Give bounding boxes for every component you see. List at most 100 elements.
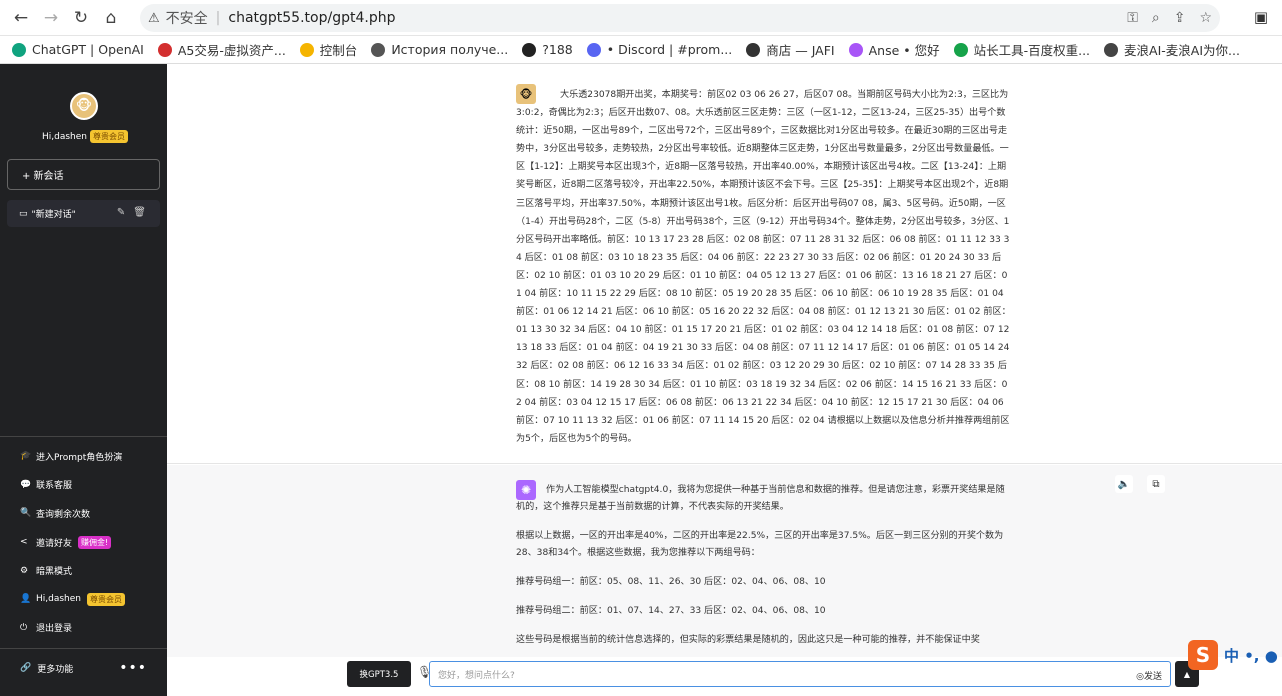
conversation-actions: ✎ 🗑 — [117, 207, 146, 218]
bookmark-item[interactable]: 麦浪AI-麦浪AI为你... — [1104, 40, 1240, 59]
ellipsis-icon[interactable]: ••• — [119, 660, 147, 676]
sidebar-menu-label: 邀请好友 — [36, 538, 73, 549]
more-features-label: 更多功能 — [37, 664, 74, 675]
send-label: 发送 — [1143, 672, 1162, 682]
address-separator: | — [215, 10, 221, 26]
sidebar-menu-item[interactable]: ⚙ 暗黑模式 — [0, 556, 167, 585]
sidebar-divider — [0, 436, 167, 437]
key-icon[interactable]: ⚿ — [1127, 10, 1138, 26]
bookmark-favicon-icon — [586, 42, 601, 57]
bookmarks-bar: ChatGPT | OpenAI A5交易-虚拟资产... 控制台 История п… — [0, 36, 1282, 64]
sidebar-toggle-icon[interactable]: ▣ — [1254, 8, 1268, 26]
bookmark-item[interactable]: История получе... — [371, 42, 508, 57]
answer-paragraph: 根据以上数据，一区的开出率是40%，二区的开出率是22.5%，三区的开出率是37… — [516, 531, 1004, 558]
chat-icon: 💬 — [20, 479, 32, 490]
user-name: Hi,dashen — [42, 131, 87, 142]
bookmark-item[interactable]: A5交易-虚拟资产... — [157, 40, 286, 59]
bookmark-label: 控制台 — [319, 43, 358, 58]
bookmark-item[interactable]: 站长工具-百度权重... — [953, 40, 1091, 59]
send-button[interactable]: ◎发送 — [1136, 669, 1162, 682]
message-actions: 🔈 ⧉ — [1115, 475, 1165, 493]
sidebar-menu-item[interactable]: < 邀请好友 赚佣金! — [0, 528, 167, 557]
ime-language-indicator[interactable]: 中 •, ● — [1224, 645, 1278, 666]
conversation-item[interactable]: ▭ "新建对话" ✎ 🗑 — [7, 200, 160, 227]
speaker-icon[interactable]: 🔈 — [1115, 475, 1133, 493]
bookmark-favicon-icon — [12, 42, 26, 57]
vip-badge: 尊贵会员 — [87, 592, 125, 606]
url-text[interactable]: chatgpt55.top/gpt4.php — [228, 10, 395, 26]
user-message-text: 大乐透23078期开出奖，本期奖号：前区02 03 06 26 27，后区07 … — [516, 90, 1011, 444]
sidebar-menu-item[interactable]: ⏻ 退出登录 — [0, 614, 167, 643]
bookmark-item[interactable]: 控制台 — [299, 40, 358, 59]
bookmark-label: 商店 — JAFI — [766, 43, 835, 58]
power-icon: ⏻ — [20, 622, 28, 633]
graduation-icon: 🎓 — [20, 451, 32, 462]
answer-paragraph: 这些号码是根据当前的统计信息选择的，但实际的彩票结果是随机的，因此这只是一种可能… — [516, 635, 980, 645]
address-actions: ⚿ ⌕ ⇪ ☆ — [1127, 4, 1212, 32]
bookmark-favicon-icon — [299, 42, 314, 57]
bookmark-favicon-icon — [157, 42, 172, 57]
copy-icon[interactable]: ⧉ — [1147, 475, 1165, 493]
switch-model-button[interactable]: 换GPT3.5 — [347, 661, 411, 687]
bookmark-favicon-icon — [848, 42, 863, 57]
bookmark-label: • Discord | #prom... — [606, 42, 733, 57]
chat-bubble-icon: ▭ — [19, 208, 28, 219]
trash-icon[interactable]: 🗑 — [133, 207, 146, 218]
bookmark-favicon-icon — [522, 42, 537, 57]
edit-icon[interactable]: ✎ — [117, 207, 125, 218]
bookmark-label: 站长工具-百度权重... — [973, 43, 1091, 58]
forward-arrow-icon[interactable]: → — [36, 3, 66, 33]
user-icon: 👤 — [20, 594, 32, 605]
avatar[interactable]: 🐵 — [70, 92, 98, 120]
sogou-logo-icon[interactable]: S — [1188, 640, 1218, 670]
sidebar-menu-label: 联系客服 — [36, 481, 73, 492]
reload-icon[interactable]: ↻ — [66, 3, 96, 33]
bookmark-favicon-icon — [746, 42, 761, 57]
bookmark-item[interactable]: Anse • 您好 — [848, 40, 940, 59]
search-icon: 🔍 — [20, 508, 32, 519]
zoom-icon[interactable]: ⌕ — [1152, 10, 1160, 26]
sidebar-menu-label: 暗黑模式 — [36, 567, 73, 578]
user-greeting: Hi,dashen 尊贵会员 — [42, 130, 128, 143]
sidebar-menu-item[interactable]: 💬 联系客服 — [0, 471, 167, 500]
new-chat-button[interactable]: + 新会话 — [7, 159, 160, 190]
sidebar-menu-item[interactable]: 👤 Hi,dashen 尊贵会员 — [0, 585, 167, 614]
answer-paragraph: 推荐号码组一：前区：05、08、11、26、30 后区：02、04、06、08、… — [516, 577, 826, 587]
bookmark-label: Anse • 您好 — [868, 43, 940, 58]
home-icon[interactable]: ⌂ — [96, 3, 126, 33]
bookmark-favicon-icon — [371, 42, 386, 57]
bookmark-item[interactable]: 商店 — JAFI — [746, 40, 835, 59]
invite-badge: 赚佣金! — [78, 535, 112, 549]
sidebar-menu-label: 进入Prompt角色扮演 — [36, 452, 123, 463]
browser-toolbar: ← → ↻ ⌂ ⚠ 不安全 | chatgpt55.top/gpt4.php ⚿… — [0, 0, 1282, 36]
chat-area: 🐵 大乐透23078期开出奖，本期奖号：前区02 03 06 26 27，后区0… — [167, 64, 1282, 696]
bookmark-label: 麦浪AI-麦浪AI为你... — [1124, 43, 1240, 58]
sidebar-menu-item[interactable]: 🔍 查询剩余次数 — [0, 499, 167, 528]
more-features-button[interactable]: 🔗 更多功能 ••• — [0, 654, 167, 682]
bookmark-favicon-icon — [953, 42, 968, 57]
address-bar[interactable]: ⚠ 不安全 | chatgpt55.top/gpt4.php ⚿ ⌕ ⇪ ☆ — [140, 4, 1220, 32]
bookmark-favicon-icon — [1104, 42, 1119, 57]
bookmark-item[interactable]: • Discord | #prom... — [586, 42, 733, 57]
star-icon[interactable]: ☆ — [1199, 10, 1212, 26]
extension-icons: ▣ — [1254, 8, 1268, 26]
bookmark-label: ?188 — [542, 42, 573, 57]
bookmark-label: A5交易-虚拟资产... — [177, 43, 286, 58]
share-icon: < — [20, 537, 28, 548]
assistant-message-text: 作为人工智能模型chatgpt4.0，我将为您提供一种基于当前信息和数据的推荐。… — [516, 482, 1012, 661]
gear-icon: ⚙ — [20, 565, 29, 576]
sidebar-menu-label: Hi,dashen — [36, 594, 81, 605]
input-placeholder: 您好，想问点什么? — [438, 670, 515, 681]
conversation-title: "新建对话" — [31, 210, 76, 220]
back-arrow-icon[interactable]: ← — [6, 3, 36, 33]
bookmark-label: ChatGPT | OpenAI — [32, 42, 144, 57]
sidebar-menu: 🎓 进入Prompt角色扮演 💬 联系客服 🔍 查询剩余次数 < 邀请好友 赚佣金! ⚙ 暗黑模式 👤… — [0, 442, 167, 642]
ime-toolbar: S 中 •, ● — [1188, 640, 1282, 670]
sidebar-divider — [0, 648, 167, 649]
message-input[interactable]: 您好，想问点什么? ◎发送 — [429, 661, 1171, 687]
share-icon[interactable]: ⇪ — [1174, 10, 1186, 26]
bookmark-item[interactable]: ?188 — [522, 42, 573, 57]
sidebar-menu-item[interactable]: 🎓 进入Prompt角色扮演 — [0, 442, 167, 471]
sidebar: 🐵 Hi,dashen 尊贵会员 + 新会话 ▭ "新建对话" ✎ 🗑 🎓 进入P… — [0, 64, 167, 696]
bookmark-item[interactable]: ChatGPT | OpenAI — [12, 42, 144, 57]
